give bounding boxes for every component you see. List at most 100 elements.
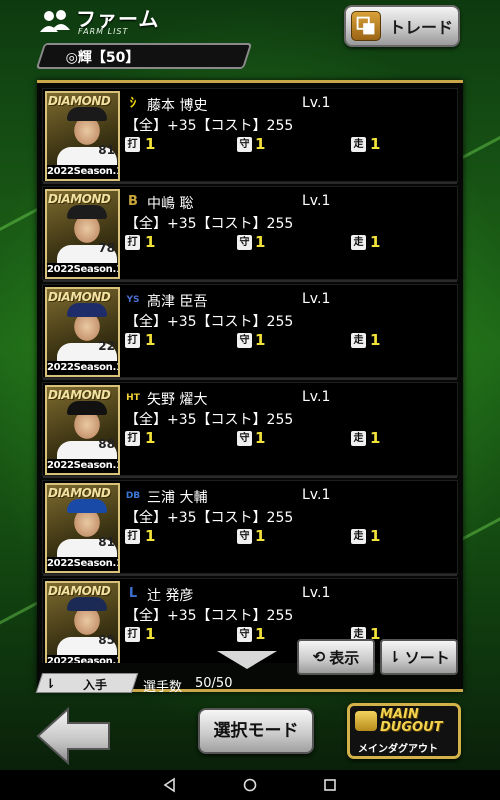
player-row[interactable]: DIAMOND 78 2022Season.1 B 中嶋 聡 Lv.1 【全】+… — [42, 186, 458, 282]
player-row[interactable]: DIAMOND 81 2022Season.1 DB 三浦 大輔 Lv.1 【全… — [42, 480, 458, 576]
player-cap — [67, 401, 107, 415]
team-logo-icon: HT — [126, 393, 140, 403]
main-dugout-button[interactable]: MAIN DUGOUT メインダグアウト — [347, 703, 461, 759]
back-arrow-button[interactable] — [36, 706, 111, 766]
trade-button[interactable]: トレード — [344, 5, 460, 47]
player-level: Lv.1 — [302, 193, 331, 209]
run-badge: 走 — [351, 235, 366, 250]
scroll-down-arrow-icon[interactable] — [217, 651, 277, 669]
bat-value: 1 — [145, 625, 156, 643]
player-name: 中嶋 聡 — [147, 196, 194, 212]
nav-back-icon[interactable] — [162, 777, 178, 793]
bat-badge: 打 — [125, 137, 140, 152]
team-logo-icon: DB — [125, 491, 141, 501]
run-badge: 走 — [351, 431, 366, 446]
bat-value: 1 — [145, 429, 156, 447]
player-card[interactable]: DIAMOND 88 2022Season.1 — [45, 385, 120, 475]
def-badge: 守 — [237, 529, 252, 544]
run-badge: 走 — [351, 137, 366, 152]
player-count-value: 50/50 — [195, 676, 233, 691]
system-nav-bar — [0, 770, 500, 800]
card-brand: DIAMOND — [48, 486, 111, 500]
run-value: 1 — [370, 233, 381, 251]
player-list-panel: DIAMOND 81 2022Season.1 ｼ 藤本 博史 Lv.1 【全】… — [35, 80, 463, 695]
sort-button[interactable]: ⇂ ソート — [380, 639, 458, 675]
player-level: Lv.1 — [302, 487, 331, 503]
run-badge: 走 — [351, 529, 366, 544]
player-card[interactable]: DIAMOND 85 2022Season.1 — [45, 581, 120, 663]
card-brand: DIAMOND — [48, 94, 111, 108]
player-row[interactable]: DIAMOND 88 2022Season.1 HT 矢野 燿大 Lv.1 【全… — [42, 382, 458, 478]
nav-recents-icon[interactable] — [322, 777, 338, 793]
dugout-icon — [355, 711, 377, 731]
jersey-number: 88 — [98, 437, 115, 451]
dugout-sub-label: メインダグアウト — [358, 744, 438, 755]
bat-badge: 打 — [125, 235, 140, 250]
dugout-main-label: MAIN DUGOUT — [380, 707, 443, 735]
card-brand: DIAMOND — [48, 584, 111, 598]
def-badge: 守 — [237, 431, 252, 446]
player-card[interactable]: DIAMOND 78 2022Season.1 — [45, 189, 120, 279]
player-cap — [67, 205, 107, 219]
def-value: 1 — [255, 331, 266, 349]
card-season: 2022Season.1 — [47, 557, 120, 571]
sort-key-label: 入手 — [83, 678, 108, 692]
display-button[interactable]: ⟲ 表示 — [297, 639, 375, 675]
run-value: 1 — [370, 135, 381, 153]
player-card[interactable]: DIAMOND 22 2022Season.1 — [45, 287, 120, 377]
player-stats: 【全】+35【コスト】255 — [125, 118, 294, 134]
nav-home-icon[interactable] — [242, 777, 258, 793]
card-brand: DIAMOND — [48, 290, 111, 304]
player-level: Lv.1 — [302, 389, 331, 405]
display-label: 表示 — [329, 648, 360, 667]
farm-people-icon — [40, 10, 70, 32]
player-name: 矢野 燿大 — [147, 392, 208, 408]
header: ファーム FARM LIST トレード ◎輝【50】 — [0, 0, 500, 70]
select-mode-button[interactable]: 選択モード — [198, 708, 314, 754]
player-cap — [67, 107, 107, 121]
bat-value: 1 — [145, 527, 156, 545]
bat-value: 1 — [145, 331, 156, 349]
jersey-number: 78 — [98, 241, 115, 255]
card-season: 2022Season.1 — [47, 165, 120, 179]
run-badge: 走 — [351, 333, 366, 348]
player-card[interactable]: DIAMOND 81 2022Season.1 — [45, 483, 120, 573]
trade-icon — [351, 11, 381, 41]
player-stats: 【全】+35【コスト】255 — [125, 216, 294, 232]
run-value: 1 — [370, 429, 381, 447]
run-value: 1 — [370, 331, 381, 349]
bat-value: 1 — [145, 135, 156, 153]
player-level: Lv.1 — [302, 95, 331, 111]
player-stats: 【全】+35【コスト】255 — [125, 412, 294, 428]
player-cap — [67, 597, 107, 611]
player-row[interactable]: DIAMOND 81 2022Season.1 ｼ 藤本 博史 Lv.1 【全】… — [42, 88, 458, 184]
bat-badge: 打 — [125, 529, 140, 544]
def-value: 1 — [255, 233, 266, 251]
player-name: 髙津 臣吾 — [147, 294, 208, 310]
def-value: 1 — [255, 527, 266, 545]
card-season: 2022Season.1 — [47, 361, 120, 375]
jersey-number: 22 — [98, 339, 115, 353]
trade-label: トレード — [389, 18, 454, 37]
player-card[interactable]: DIAMOND 81 2022Season.1 — [45, 91, 120, 181]
team-logo-icon: B — [128, 194, 138, 209]
def-badge: 守 — [237, 137, 252, 152]
card-brand: DIAMOND — [48, 388, 111, 402]
group-tab[interactable]: ◎輝【50】 — [35, 43, 253, 69]
bat-badge: 打 — [125, 627, 140, 642]
sort-icon: ⇂ — [388, 648, 401, 666]
player-level: Lv.1 — [302, 585, 331, 601]
team-logo-icon: L — [128, 586, 138, 601]
card-brand: DIAMOND — [48, 192, 111, 206]
sort-label: ソート — [404, 648, 450, 667]
jersey-number: 81 — [98, 143, 115, 157]
team-logo-icon: YS — [126, 295, 140, 305]
player-row[interactable]: DIAMOND 22 2022Season.1 YS 髙津 臣吾 Lv.1 【全… — [42, 284, 458, 380]
player-stats: 【全】+35【コスト】255 — [125, 608, 294, 624]
def-badge: 守 — [237, 333, 252, 348]
def-value: 1 — [255, 135, 266, 153]
player-count-label: 選手数 — [143, 680, 183, 695]
player-list[interactable]: DIAMOND 81 2022Season.1 ｼ 藤本 博史 Lv.1 【全】… — [42, 88, 458, 663]
player-cap — [67, 499, 107, 513]
card-season: 2022Season.1 — [47, 655, 118, 663]
